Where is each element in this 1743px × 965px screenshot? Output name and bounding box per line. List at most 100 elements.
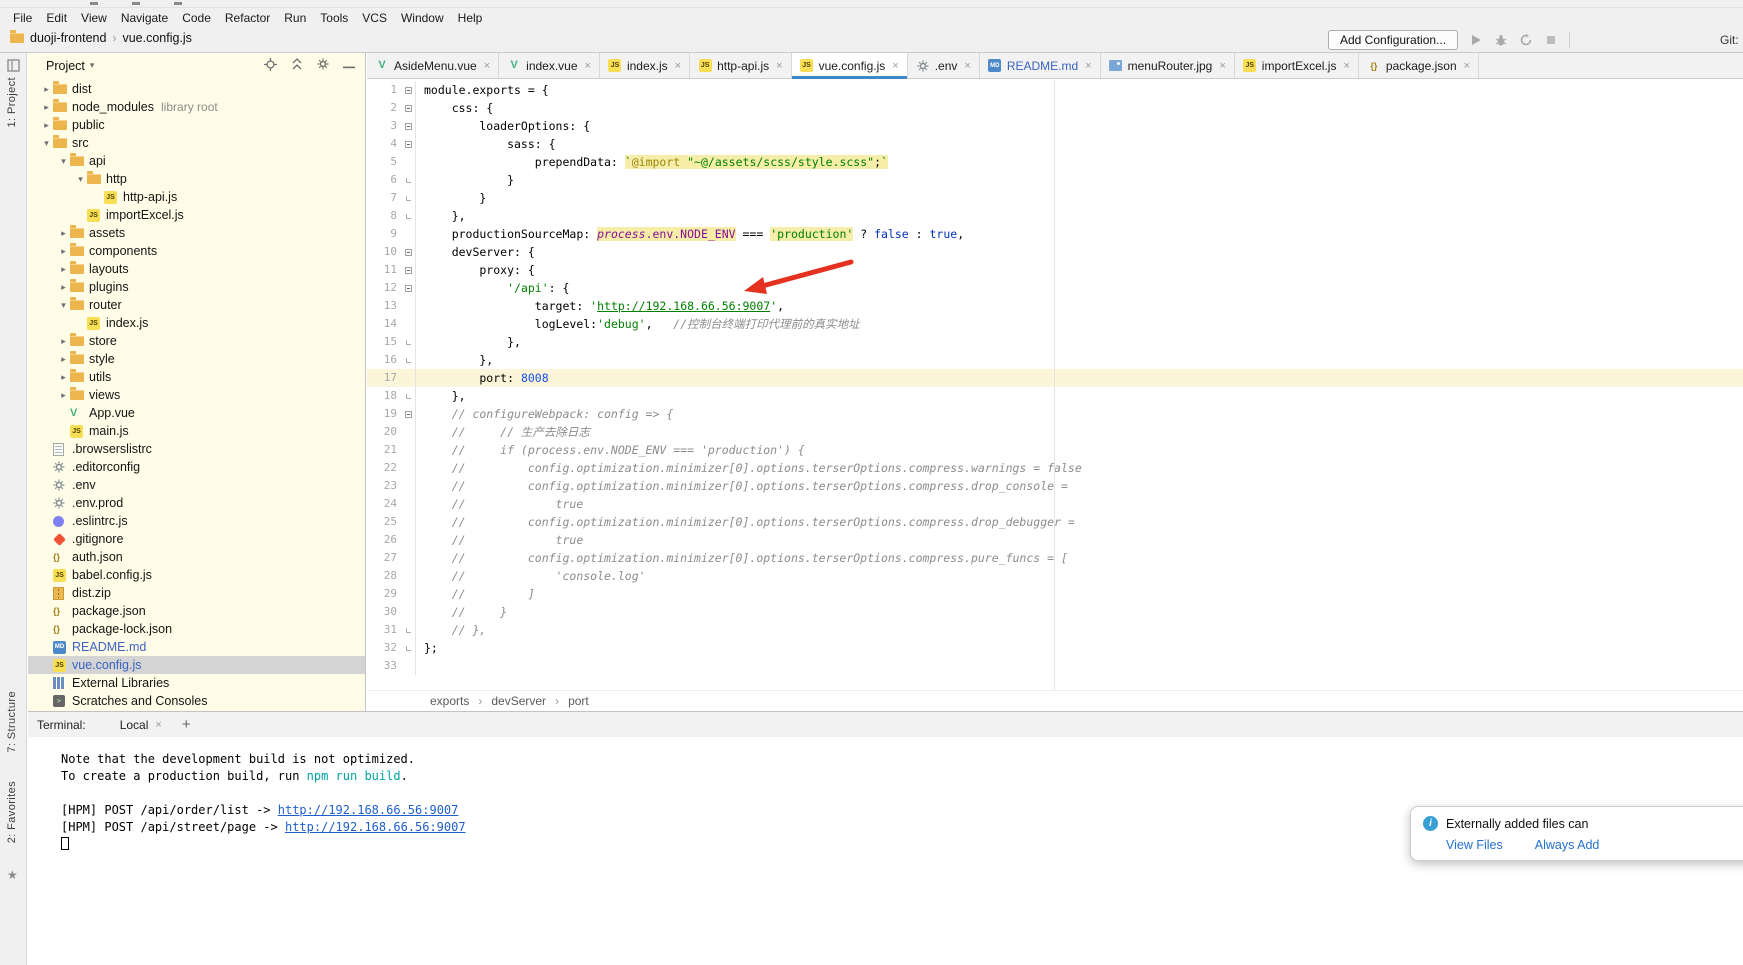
tab-env[interactable]: .env× xyxy=(908,53,980,78)
tab-vue-config-js[interactable]: JSvue.config.js× xyxy=(792,53,908,78)
collapse-all-icon[interactable] xyxy=(291,58,303,73)
code-line-22[interactable]: 22 // config.optimization.minimizer[0].o… xyxy=(367,459,1743,477)
tree-row-package-json[interactable]: {}package.json xyxy=(28,602,365,620)
line-number[interactable]: 23 xyxy=(367,477,401,495)
breadcrumb-devserver[interactable]: devServer xyxy=(491,694,546,708)
chevron-right-icon[interactable]: ▸ xyxy=(57,354,70,365)
chevron-right-icon[interactable]: ▸ xyxy=(40,84,53,95)
code-line-17[interactable]: 17 port: 8008 xyxy=(367,369,1743,387)
line-number[interactable]: 33 xyxy=(367,657,401,675)
tree-row-babel-config-js[interactable]: JSbabel.config.js xyxy=(28,566,365,584)
tree-row-views[interactable]: ▸views xyxy=(28,386,365,404)
tab-index-vue[interactable]: Vindex.vue× xyxy=(499,53,600,78)
line-number[interactable]: 32 xyxy=(367,639,401,657)
tree-row-http-api-js[interactable]: JShttp-api.js xyxy=(28,188,365,206)
tree-row-dist-zip[interactable]: dist.zip xyxy=(28,584,365,602)
line-number[interactable]: 11 xyxy=(367,261,401,279)
code-line-14[interactable]: 14 logLevel:'debug', //控制台终端打印代理前的真实地址 xyxy=(367,315,1743,333)
new-terminal-icon[interactable]: + xyxy=(182,716,191,733)
tab-importexcel-js[interactable]: JSimportExcel.js× xyxy=(1235,53,1359,78)
line-number[interactable]: 2 xyxy=(367,99,401,117)
tree-row-env[interactable]: .env xyxy=(28,476,365,494)
menu-item-navigate[interactable]: Navigate xyxy=(114,10,175,26)
chevron-right-icon[interactable]: ▸ xyxy=(57,246,70,257)
code-line-28[interactable]: 28 // 'console.log' xyxy=(367,567,1743,585)
line-number[interactable]: 27 xyxy=(367,549,401,567)
tab-menurouter-jpg[interactable]: menuRouter.jpg× xyxy=(1101,53,1235,78)
code-line-3[interactable]: 3 loaderOptions: { xyxy=(367,117,1743,135)
line-number[interactable]: 25 xyxy=(367,513,401,531)
line-number[interactable]: 15 xyxy=(367,333,401,351)
close-tab-icon[interactable]: × xyxy=(1219,60,1225,72)
debug-bug-icon[interactable] xyxy=(1494,33,1508,47)
close-tab-icon[interactable]: × xyxy=(1085,60,1091,72)
line-number[interactable]: 3 xyxy=(367,117,401,135)
menu-item-view[interactable]: View xyxy=(74,10,114,26)
code-line-7[interactable]: 7 } xyxy=(367,189,1743,207)
run-icon[interactable] xyxy=(1469,33,1483,47)
line-number[interactable]: 7 xyxy=(367,189,401,207)
chevron-down-icon[interactable]: ▾ xyxy=(57,156,70,167)
tree-row-env-prod[interactable]: .env.prod xyxy=(28,494,365,512)
line-number[interactable]: 9 xyxy=(367,225,401,243)
menu-item-file[interactable]: File xyxy=(6,10,39,26)
line-number[interactable]: 26 xyxy=(367,531,401,549)
menu-item-refactor[interactable]: Refactor xyxy=(218,10,277,26)
settings-gear-icon[interactable] xyxy=(317,58,329,73)
code-line-21[interactable]: 21 // if (process.env.NODE_ENV === 'prod… xyxy=(367,441,1743,459)
line-number[interactable]: 12 xyxy=(367,279,401,297)
tree-row-scratches-and-consoles[interactable]: >Scratches and Consoles xyxy=(28,692,365,710)
chevron-down-icon[interactable]: ▾ xyxy=(90,60,95,71)
tree-row-external-libraries[interactable]: External Libraries xyxy=(28,674,365,692)
menu-item-help[interactable]: Help xyxy=(451,10,490,26)
chevron-right-icon[interactable]: ▸ xyxy=(57,336,70,347)
code-line-18[interactable]: 18 }, xyxy=(367,387,1743,405)
stripe-project[interactable]: 1: Project xyxy=(6,77,18,127)
code-line-20[interactable]: 20 // // 生产去除日志 xyxy=(367,423,1743,441)
menu-item-vcs[interactable]: VCS xyxy=(355,10,394,26)
tree-row-style[interactable]: ▸style xyxy=(28,350,365,368)
line-number[interactable]: 1 xyxy=(367,81,401,99)
chevron-right-icon[interactable]: ▸ xyxy=(57,228,70,239)
tree-row-index-js[interactable]: JSindex.js xyxy=(28,314,365,332)
rerun-icon[interactable] xyxy=(1519,33,1533,47)
always-add-link[interactable]: Always Add xyxy=(1535,838,1600,852)
line-number[interactable]: 20 xyxy=(367,423,401,441)
line-number[interactable]: 5 xyxy=(367,153,401,171)
code-line-11[interactable]: 11 proxy: { xyxy=(367,261,1743,279)
code-line-32[interactable]: 32}; xyxy=(367,639,1743,657)
project-stripe-icon[interactable] xyxy=(7,59,20,77)
line-number[interactable]: 13 xyxy=(367,297,401,315)
stop-icon[interactable] xyxy=(1544,33,1558,47)
tree-row-readme-md[interactable]: MDREADME.md xyxy=(28,638,365,656)
close-tab-icon[interactable]: × xyxy=(585,60,591,72)
line-number[interactable]: 21 xyxy=(367,441,401,459)
close-tab-icon[interactable]: × xyxy=(964,60,970,72)
fold-collapse-icon[interactable] xyxy=(401,117,415,135)
locate-file-icon[interactable] xyxy=(264,58,277,74)
terminal-tab-local[interactable]: Local × xyxy=(116,716,166,734)
code-line-23[interactable]: 23 // config.optimization.minimizer[0].o… xyxy=(367,477,1743,495)
code-line-24[interactable]: 24 // true xyxy=(367,495,1743,513)
tab-readme-md[interactable]: MDREADME.md× xyxy=(980,53,1101,78)
chevron-right-icon[interactable]: ▸ xyxy=(40,102,53,113)
fold-collapse-icon[interactable] xyxy=(401,243,415,261)
line-number[interactable]: 29 xyxy=(367,585,401,603)
fold-collapse-icon[interactable] xyxy=(401,99,415,117)
line-number[interactable]: 24 xyxy=(367,495,401,513)
chevron-right-icon[interactable]: ▸ xyxy=(40,120,53,131)
tree-row-gitignore[interactable]: .gitignore xyxy=(28,530,365,548)
stripe-structure[interactable]: 7: Structure xyxy=(6,691,18,753)
tree-row-src[interactable]: ▾src xyxy=(28,134,365,152)
line-number[interactable]: 18 xyxy=(367,387,401,405)
code-line-16[interactable]: 16 }, xyxy=(367,351,1743,369)
code-line-8[interactable]: 8 }, xyxy=(367,207,1743,225)
close-tab-icon[interactable]: × xyxy=(484,60,490,72)
menu-item-run[interactable]: Run xyxy=(277,10,313,26)
line-number[interactable]: 16 xyxy=(367,351,401,369)
code-line-19[interactable]: 19 // configureWebpack: config => { xyxy=(367,405,1743,423)
fold-collapse-icon[interactable] xyxy=(401,405,415,423)
terminal-link[interactable]: http://192.168.66.56:9007 xyxy=(278,803,459,817)
code-line-1[interactable]: 1module.exports = { xyxy=(367,81,1743,99)
code-line-9[interactable]: 9 productionSourceMap: process.env.NODE_… xyxy=(367,225,1743,243)
